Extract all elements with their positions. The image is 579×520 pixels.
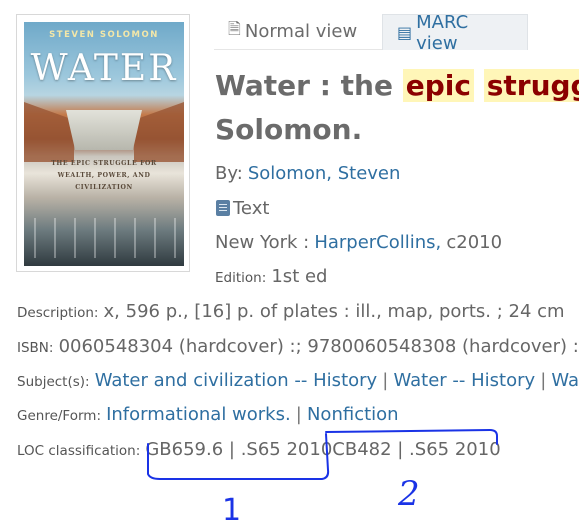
- bracket-annotation-1: [147, 433, 330, 480]
- handwritten-number-2: 2: [397, 474, 420, 514]
- handwritten-number-1: 1: [222, 493, 241, 520]
- bracket-annotation-2: [325, 428, 498, 445]
- handwritten-annotations: 1 2: [147, 428, 498, 520]
